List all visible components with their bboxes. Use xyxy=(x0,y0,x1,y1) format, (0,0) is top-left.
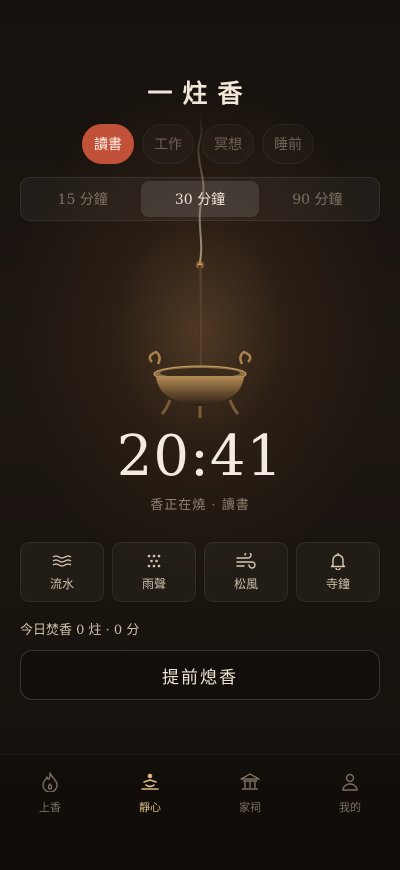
sound-label: 松風 xyxy=(233,577,258,591)
tab-label: 靜心 xyxy=(139,801,161,814)
category-reading[interactable]: 讀書 xyxy=(82,124,134,164)
burner-leg-right xyxy=(228,399,240,416)
flame-icon xyxy=(39,771,61,793)
burner-handle-right xyxy=(239,350,252,365)
tab-offer-incense[interactable]: 上香 xyxy=(0,755,100,870)
tab-label: 上香 xyxy=(39,801,61,814)
sound-label: 雨聲 xyxy=(141,577,166,591)
burner-handle-left xyxy=(148,350,161,365)
sound-label: 寺鐘 xyxy=(325,577,350,591)
water-waves-icon xyxy=(52,552,72,570)
burner-leg-left xyxy=(160,399,172,416)
sound-bell-button[interactable]: 寺鐘 xyxy=(296,542,380,602)
smoke-trail xyxy=(197,110,205,263)
sound-label: 流水 xyxy=(49,577,74,591)
ambient-sound-selector: 流水 雨聲 松風 寺鐘 xyxy=(20,542,380,602)
tab-label: 家祠 xyxy=(239,801,261,814)
shrine-icon xyxy=(239,771,261,793)
tab-label: 我的 xyxy=(339,801,361,814)
extinguish-early-button[interactable]: 提前熄香 xyxy=(20,650,380,700)
sound-rain-button[interactable]: 雨聲 xyxy=(112,542,196,602)
incense-burner-illustration xyxy=(148,110,252,418)
bottom-tab-bar: 上香 靜心 家祠 我的 xyxy=(0,754,400,870)
sound-water-button[interactable]: 流水 xyxy=(20,542,104,602)
countdown-timer: 20:41 xyxy=(116,424,284,489)
tab-calm-mind[interactable]: 靜心 xyxy=(100,755,200,870)
bell-icon xyxy=(328,552,348,570)
tab-profile[interactable]: 我的 xyxy=(300,755,400,870)
screen: 一炷香 讀書 工作 冥想 睡前 15 分鐘 30 分鐘 90 分鐘 20:41 … xyxy=(0,0,400,870)
duration-90[interactable]: 90 分鐘 xyxy=(259,181,376,217)
app-title: 一炷香 xyxy=(147,79,253,108)
rain-dots-icon xyxy=(144,552,164,570)
burn-status: 香正在燒 · 讀書 xyxy=(150,498,250,513)
today-summary: 今日焚香 0 炷 · 0 分 xyxy=(20,623,140,638)
sound-wind-button[interactable]: 松風 xyxy=(204,542,288,602)
wind-icon xyxy=(236,552,256,570)
person-icon xyxy=(339,771,361,793)
tab-ancestral-shrine[interactable]: 家祠 xyxy=(200,755,300,870)
duration-15[interactable]: 15 分鐘 xyxy=(24,181,141,217)
meditation-icon xyxy=(139,771,161,793)
